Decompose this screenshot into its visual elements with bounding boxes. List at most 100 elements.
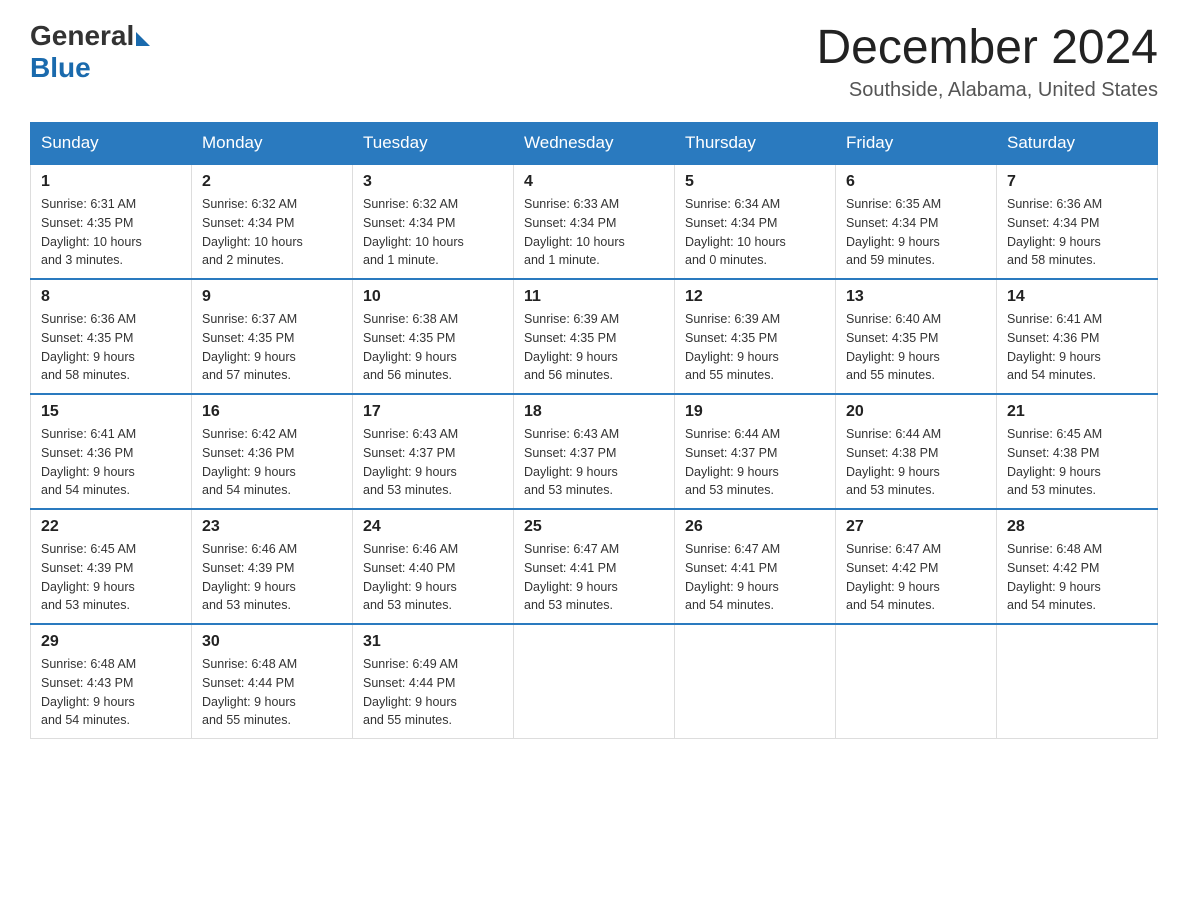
calendar-cell: 25 Sunrise: 6:47 AM Sunset: 4:41 PM Dayli… xyxy=(514,509,675,624)
logo-blue-text: Blue xyxy=(30,52,150,84)
day-info: Sunrise: 6:45 AM Sunset: 4:38 PM Dayligh… xyxy=(1007,425,1147,500)
day-number: 3 xyxy=(363,173,503,191)
calendar-cell: 21 Sunrise: 6:45 AM Sunset: 4:38 PM Dayli… xyxy=(997,394,1158,509)
day-number: 27 xyxy=(846,518,986,536)
calendar-cell: 12Sunrise: 6:39 AM Sunset: 4:35 PM Dayli… xyxy=(675,279,836,394)
calendar-week-row: 8Sunrise: 6:36 AM Sunset: 4:35 PM Daylig… xyxy=(31,279,1158,394)
calendar-cell xyxy=(997,624,1158,739)
day-info: Sunrise: 6:33 AM Sunset: 4:34 PM Dayligh… xyxy=(524,195,664,270)
calendar-cell: 15Sunrise: 6:41 AM Sunset: 4:36 PM Dayli… xyxy=(31,394,192,509)
day-info: Sunrise: 6:36 AM Sunset: 4:34 PM Dayligh… xyxy=(1007,195,1147,270)
day-info: Sunrise: 6:35 AM Sunset: 4:34 PM Dayligh… xyxy=(846,195,986,270)
day-number: 25 xyxy=(524,518,664,536)
calendar-cell: 24 Sunrise: 6:46 AM Sunset: 4:40 PM Dayli… xyxy=(353,509,514,624)
day-info: Sunrise: 6:47 AM Sunset: 4:42 PM Dayligh… xyxy=(846,540,986,615)
day-number: 9 xyxy=(202,288,342,306)
calendar-cell: 16 Sunrise: 6:42 AM Sunset: 4:36 PM Dayli… xyxy=(192,394,353,509)
calendar-cell: 30Sunrise: 6:48 AM Sunset: 4:44 PM Dayli… xyxy=(192,624,353,739)
day-number: 24 xyxy=(363,518,503,536)
day-number: 29 xyxy=(41,633,181,651)
calendar-cell: 5 Sunrise: 6:34 AM Sunset: 4:34 PM Daylig… xyxy=(675,164,836,279)
day-header-sunday: Sunday xyxy=(31,123,192,165)
day-header-wednesday: Wednesday xyxy=(514,123,675,165)
logo-triangle-icon xyxy=(136,32,150,46)
day-number: 2 xyxy=(202,173,342,191)
day-number: 14 xyxy=(1007,288,1147,306)
day-header-friday: Friday xyxy=(836,123,997,165)
logo[interactable]: General Blue xyxy=(30,20,150,84)
day-header-monday: Monday xyxy=(192,123,353,165)
day-number: 20 xyxy=(846,403,986,421)
day-number: 21 xyxy=(1007,403,1147,421)
day-number: 28 xyxy=(1007,518,1147,536)
day-number: 26 xyxy=(685,518,825,536)
calendar-cell: 20 Sunrise: 6:44 AM Sunset: 4:38 PM Dayli… xyxy=(836,394,997,509)
calendar-cell: 9 Sunrise: 6:37 AM Sunset: 4:35 PM Daylig… xyxy=(192,279,353,394)
calendar-cell: 17Sunrise: 6:43 AM Sunset: 4:37 PM Dayli… xyxy=(353,394,514,509)
day-info: Sunrise: 6:46 AM Sunset: 4:40 PM Dayligh… xyxy=(363,540,503,615)
calendar-cell xyxy=(514,624,675,739)
day-number: 23 xyxy=(202,518,342,536)
day-number: 15 xyxy=(41,403,181,421)
calendar-week-row: 1Sunrise: 6:31 AM Sunset: 4:35 PM Daylig… xyxy=(31,164,1158,279)
day-info: Sunrise: 6:42 AM Sunset: 4:36 PM Dayligh… xyxy=(202,425,342,500)
day-info: Sunrise: 6:44 AM Sunset: 4:38 PM Dayligh… xyxy=(846,425,986,500)
day-number: 10 xyxy=(363,288,503,306)
day-number: 31 xyxy=(363,633,503,651)
day-number: 18 xyxy=(524,403,664,421)
day-info: Sunrise: 6:32 AM Sunset: 4:34 PM Dayligh… xyxy=(363,195,503,270)
day-info: Sunrise: 6:31 AM Sunset: 4:35 PM Dayligh… xyxy=(41,195,181,270)
day-info: Sunrise: 6:38 AM Sunset: 4:35 PM Dayligh… xyxy=(363,310,503,385)
day-info: Sunrise: 6:48 AM Sunset: 4:43 PM Dayligh… xyxy=(41,655,181,730)
logo-general-text: General xyxy=(30,20,134,52)
calendar-cell: 11Sunrise: 6:39 AM Sunset: 4:35 PM Dayli… xyxy=(514,279,675,394)
calendar-week-row: 29 Sunrise: 6:48 AM Sunset: 4:43 PM Dayli… xyxy=(31,624,1158,739)
day-info: Sunrise: 6:41 AM Sunset: 4:36 PM Dayligh… xyxy=(1007,310,1147,385)
day-info: Sunrise: 6:43 AM Sunset: 4:37 PM Dayligh… xyxy=(524,425,664,500)
day-info: Sunrise: 6:37 AM Sunset: 4:35 PM Dayligh… xyxy=(202,310,342,385)
title-block: December 2024 Southside, Alabama, United… xyxy=(816,20,1158,102)
calendar-cell: 22 Sunrise: 6:45 AM Sunset: 4:39 PM Dayli… xyxy=(31,509,192,624)
day-number: 22 xyxy=(41,518,181,536)
calendar-cell: 27 Sunrise: 6:47 AM Sunset: 4:42 PM Dayli… xyxy=(836,509,997,624)
day-number: 6 xyxy=(846,173,986,191)
calendar-cell: 28 Sunrise: 6:48 AM Sunset: 4:42 PM Dayli… xyxy=(997,509,1158,624)
calendar-week-row: 15Sunrise: 6:41 AM Sunset: 4:36 PM Dayli… xyxy=(31,394,1158,509)
calendar-cell: 4 Sunrise: 6:33 AM Sunset: 4:34 PM Daylig… xyxy=(514,164,675,279)
day-number: 19 xyxy=(685,403,825,421)
day-info: Sunrise: 6:34 AM Sunset: 4:34 PM Dayligh… xyxy=(685,195,825,270)
calendar-subtitle: Southside, Alabama, United States xyxy=(816,79,1158,102)
calendar-cell: 14 Sunrise: 6:41 AM Sunset: 4:36 PM Dayli… xyxy=(997,279,1158,394)
day-info: Sunrise: 6:45 AM Sunset: 4:39 PM Dayligh… xyxy=(41,540,181,615)
day-number: 11 xyxy=(524,288,664,306)
day-info: Sunrise: 6:36 AM Sunset: 4:35 PM Dayligh… xyxy=(41,310,181,385)
day-header-saturday: Saturday xyxy=(997,123,1158,165)
calendar-cell: 19 Sunrise: 6:44 AM Sunset: 4:37 PM Dayli… xyxy=(675,394,836,509)
day-number: 4 xyxy=(524,173,664,191)
calendar-cell xyxy=(836,624,997,739)
day-info: Sunrise: 6:44 AM Sunset: 4:37 PM Dayligh… xyxy=(685,425,825,500)
calendar-cell: 29 Sunrise: 6:48 AM Sunset: 4:43 PM Dayli… xyxy=(31,624,192,739)
day-info: Sunrise: 6:40 AM Sunset: 4:35 PM Dayligh… xyxy=(846,310,986,385)
calendar-cell: 18 Sunrise: 6:43 AM Sunset: 4:37 PM Dayli… xyxy=(514,394,675,509)
calendar-cell: 1Sunrise: 6:31 AM Sunset: 4:35 PM Daylig… xyxy=(31,164,192,279)
calendar-cell: 10 Sunrise: 6:38 AM Sunset: 4:35 PM Dayli… xyxy=(353,279,514,394)
day-number: 16 xyxy=(202,403,342,421)
calendar-cell: 8Sunrise: 6:36 AM Sunset: 4:35 PM Daylig… xyxy=(31,279,192,394)
calendar-title: December 2024 xyxy=(816,20,1158,75)
day-info: Sunrise: 6:43 AM Sunset: 4:37 PM Dayligh… xyxy=(363,425,503,500)
day-info: Sunrise: 6:47 AM Sunset: 4:41 PM Dayligh… xyxy=(524,540,664,615)
day-header-thursday: Thursday xyxy=(675,123,836,165)
calendar-cell: 2 Sunrise: 6:32 AM Sunset: 4:34 PM Daylig… xyxy=(192,164,353,279)
day-number: 30 xyxy=(202,633,342,651)
day-info: Sunrise: 6:32 AM Sunset: 4:34 PM Dayligh… xyxy=(202,195,342,270)
day-number: 5 xyxy=(685,173,825,191)
day-info: Sunrise: 6:48 AM Sunset: 4:42 PM Dayligh… xyxy=(1007,540,1147,615)
day-header-tuesday: Tuesday xyxy=(353,123,514,165)
day-number: 13 xyxy=(846,288,986,306)
day-number: 7 xyxy=(1007,173,1147,191)
calendar-cell: 7 Sunrise: 6:36 AM Sunset: 4:34 PM Daylig… xyxy=(997,164,1158,279)
calendar-table: SundayMondayTuesdayWednesdayThursdayFrid… xyxy=(30,122,1158,739)
day-info: Sunrise: 6:39 AM Sunset: 4:35 PM Dayligh… xyxy=(685,310,825,385)
calendar-week-row: 22 Sunrise: 6:45 AM Sunset: 4:39 PM Dayli… xyxy=(31,509,1158,624)
